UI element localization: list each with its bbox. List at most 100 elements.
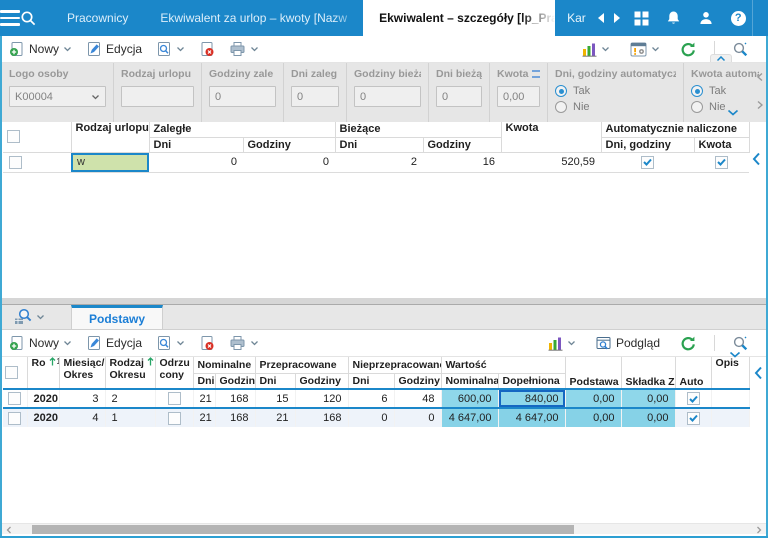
tab-scroll-left-icon[interactable]: [598, 13, 604, 23]
odrzucony-checkbox[interactable]: [168, 412, 181, 425]
dni-zalegle-input[interactable]: 0: [291, 86, 339, 107]
prze-dni-cell[interactable]: 21: [255, 408, 295, 427]
rodzaj-urlopu-input[interactable]: [121, 86, 194, 107]
column-group-nieprzepracowane[interactable]: Nieprzepracowane: [348, 357, 441, 373]
nie-dni-cell[interactable]: 0: [348, 408, 394, 427]
tab-podstawy[interactable]: Podstawy: [71, 305, 163, 329]
row-checkbox[interactable]: [9, 156, 22, 169]
search-icon[interactable]: [20, 0, 37, 36]
collapse-lower-down-icon[interactable]: [724, 350, 746, 358]
nom-dni-cell[interactable]: 21: [193, 389, 215, 408]
column-header-dopelniona[interactable]: Dopełniona: [498, 373, 565, 389]
prze-godziny-cell[interactable]: 168: [295, 408, 348, 427]
rodzaj-okresu-cell[interactable]: 2: [105, 389, 155, 408]
find-button[interactable]: [149, 39, 192, 59]
opis-cell[interactable]: [711, 389, 749, 408]
apps-icon[interactable]: [634, 11, 649, 26]
podstawa-cell[interactable]: 0,00: [565, 408, 621, 427]
nom-dni-cell[interactable]: 21: [193, 408, 215, 427]
chart-button[interactable]: [575, 40, 617, 59]
nom-godziny-cell[interactable]: 168: [215, 408, 255, 427]
dni-godziny-auto-radio-tak[interactable]: Tak: [555, 85, 676, 97]
new-button[interactable]: Nowy: [2, 39, 79, 59]
column-header-nom-dni[interactable]: Dni: [193, 373, 215, 389]
scroll-left-icon[interactable]: [2, 524, 16, 535]
tab-ekwiwalent-szczegoly[interactable]: Ekwiwalent – szczegóły [lp_PracEk: [363, 0, 555, 36]
scroll-right-icon[interactable]: [752, 524, 766, 535]
auto-checkbox[interactable]: [687, 392, 700, 405]
nie-dni-cell[interactable]: 6: [348, 389, 394, 408]
preview-button[interactable]: Podgląd: [589, 334, 667, 352]
bell-icon[interactable]: [666, 10, 681, 26]
chart-button[interactable]: [541, 334, 583, 353]
print-button[interactable]: [222, 39, 266, 59]
rodzaj-okresu-cell[interactable]: 1: [105, 408, 155, 427]
odrzucony-checkbox[interactable]: [168, 392, 181, 405]
opis-cell[interactable]: [711, 408, 749, 427]
scrollbar-thumb[interactable]: [32, 525, 574, 534]
godziny-biezace-input[interactable]: 0: [354, 86, 421, 107]
biezace-godziny-cell[interactable]: 16: [423, 152, 501, 172]
column-header-rodzaj-urlopu[interactable]: Rodzaj urlopu: [71, 122, 149, 152]
kwota-auto-radio-tak[interactable]: Tak: [691, 85, 759, 97]
kwota-cell[interactable]: 520,59: [501, 152, 601, 172]
column-header-prze-godziny[interactable]: Godziny: [295, 373, 348, 389]
column-scroll-left-icon[interactable]: [752, 152, 761, 166]
new-button[interactable]: Nowy: [2, 333, 79, 353]
column-header-biezace-godziny[interactable]: Godziny: [423, 137, 501, 152]
row-checkbox[interactable]: [8, 412, 21, 425]
column-header-skladka-zus[interactable]: Składka ZUS: [621, 357, 675, 389]
print-button[interactable]: [222, 333, 266, 353]
prze-dni-cell[interactable]: 15: [255, 389, 295, 408]
column-header-auto-dni-godziny[interactable]: Dni, godziny: [601, 137, 694, 152]
preview-panel-button[interactable]: [2, 308, 53, 329]
nie-godziny-cell[interactable]: 0: [394, 408, 441, 427]
tab-partial[interactable]: Kar: [555, 0, 590, 36]
column-header-auto-kwota[interactable]: Kwota: [694, 137, 749, 152]
prze-godziny-cell[interactable]: 120: [295, 389, 348, 408]
column-header-auto[interactable]: Auto: [675, 357, 711, 389]
column-header-zalegle-godziny[interactable]: Godziny: [243, 137, 335, 152]
nominalna-cell[interactable]: 600,00: [441, 389, 498, 408]
tab-ekwiwalent-kwoty[interactable]: Ekwiwalent za urlop – kwoty [Nazw: [144, 0, 363, 36]
horizontal-scrollbar[interactable]: [2, 523, 766, 534]
column-header-prze-dni[interactable]: Dni: [255, 373, 295, 389]
column-header-kwota[interactable]: Kwota: [501, 122, 601, 152]
column-group-auto-naliczone[interactable]: Automatycznie naliczone: [601, 122, 749, 137]
organizer-button[interactable]: [623, 40, 667, 59]
column-header-podstawa[interactable]: Podstawa: [565, 357, 621, 389]
column-header-nie-dni[interactable]: Dni: [348, 373, 394, 389]
dni-godziny-auto-radio-nie[interactable]: Nie: [555, 101, 676, 113]
tab-scroll-right-icon[interactable]: [614, 13, 620, 23]
rok-cell[interactable]: 2020: [27, 408, 59, 427]
nominalna-cell[interactable]: 4 647,00: [441, 408, 498, 427]
edit-button[interactable]: Edycja: [79, 39, 149, 59]
row-checkbox[interactable]: [8, 392, 21, 405]
nie-godziny-cell[interactable]: 48: [394, 389, 441, 408]
column-header-nom-godziny[interactable]: Godziny: [215, 373, 255, 389]
select-all-checkbox[interactable]: [7, 130, 20, 143]
filter-scroll-left-icon[interactable]: [756, 72, 764, 82]
auto-checkbox[interactable]: [687, 412, 700, 425]
column-header-zalegle-dni[interactable]: Dni: [149, 137, 243, 152]
tab-pracownicy[interactable]: Pracownicy: [51, 0, 144, 36]
find-button[interactable]: [149, 333, 192, 353]
column-scroll-left-icon[interactable]: [754, 366, 763, 380]
refresh-button[interactable]: [673, 39, 704, 60]
dopelniona-cell[interactable]: 4 647,00: [498, 408, 565, 427]
column-header-miesiac-okres[interactable]: Miesiąc/Okres: [59, 357, 105, 389]
column-header-nominalna[interactable]: Nominalna: [441, 373, 498, 389]
column-header-rodzaj-okresu[interactable]: Rodzaj3Okresu: [105, 357, 155, 389]
auto-dni-godziny-checkbox[interactable]: [641, 156, 654, 169]
delete-button[interactable]: [192, 333, 222, 353]
splitter[interactable]: [2, 298, 766, 305]
skladka-zus-cell[interactable]: 0,00: [621, 389, 675, 408]
kwota-input[interactable]: 0,00: [497, 86, 540, 107]
column-group-biezace[interactable]: Bieżące: [335, 122, 501, 137]
zalegle-godziny-cell[interactable]: 0: [243, 152, 335, 172]
rok-cell[interactable]: 2020: [27, 389, 59, 408]
equals-filter-icon[interactable]: [532, 70, 541, 78]
edit-button[interactable]: Edycja: [79, 333, 149, 353]
column-header-nie-godziny[interactable]: Godziny: [394, 373, 441, 389]
biezace-dni-cell[interactable]: 2: [335, 152, 423, 172]
